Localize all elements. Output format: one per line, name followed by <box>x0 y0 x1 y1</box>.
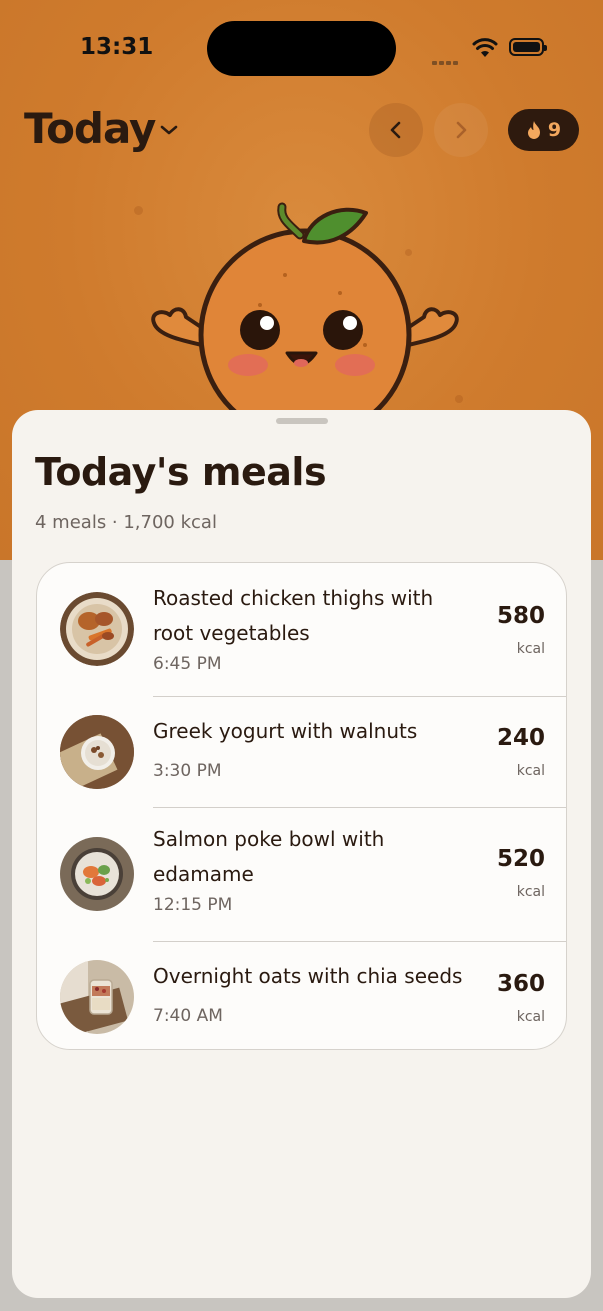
status-time: 13:31 <box>80 34 154 60</box>
previous-day-button[interactable] <box>369 103 423 157</box>
meal-name: Greek yogurt with walnuts <box>153 719 418 743</box>
calories-unit: kcal <box>516 884 545 900</box>
meal-photo <box>60 715 134 789</box>
sheet-grabber[interactable] <box>276 418 328 424</box>
meal-photo <box>60 960 134 1034</box>
streak-count: 9 <box>547 119 562 141</box>
streak-badge[interactable]: 9 <box>508 109 579 151</box>
meals-summary: 4 meals · 1,700 kcal <box>35 512 217 533</box>
meal-name: Overnight oats with chia seeds <box>153 964 463 988</box>
calories-unit: kcal <box>516 763 545 779</box>
meal-photo <box>60 592 134 666</box>
meal-name: Salmon poke bowl with edamame <box>153 827 385 886</box>
date-selector-title[interactable]: Today <box>24 104 156 153</box>
calories-unit: kcal <box>516 641 545 657</box>
flame-icon <box>527 121 540 139</box>
list-item[interactable]: Greek yogurt with walnuts 3:30 PM 240 kc… <box>37 697 566 807</box>
meal-calories: 240 <box>496 725 545 751</box>
calories-unit: kcal <box>516 1009 545 1025</box>
list-item[interactable]: Salmon poke bowl with edamame 12:15 PM 5… <box>37 808 566 941</box>
dynamic-island <box>207 21 396 76</box>
cellular-signal-icon <box>432 50 460 69</box>
meal-time: 7:40 AM <box>153 1006 223 1026</box>
wifi-icon <box>472 38 498 57</box>
chevron-left-icon <box>390 121 401 139</box>
meal-photo <box>60 837 134 911</box>
chevron-down-icon[interactable] <box>158 122 180 138</box>
status-bar: 13:31 <box>0 0 603 96</box>
sheet-title: Today's meals <box>35 450 327 494</box>
meal-calories: 520 <box>496 846 545 872</box>
meal-time: 12:15 PM <box>153 895 233 915</box>
battery-icon <box>509 38 547 56</box>
orange-mascot-illustration <box>151 202 459 425</box>
meals-bottom-sheet: Today's meals 4 meals · 1,700 kcal Roast… <box>12 410 591 1298</box>
meal-time: 3:30 PM <box>153 761 222 781</box>
meals-list: Roasted chicken thighs with root vegetab… <box>36 562 567 1050</box>
meal-calories: 580 <box>496 603 545 629</box>
meal-time: 6:45 PM <box>153 654 222 674</box>
next-day-button[interactable] <box>434 103 488 157</box>
meal-calories: 360 <box>496 971 545 997</box>
list-item[interactable]: Roasted chicken thighs with root vegetab… <box>37 563 566 696</box>
list-item[interactable]: Overnight oats with chia seeds 7:40 AM 3… <box>37 942 566 1049</box>
meal-name: Roasted chicken thighs with root vegetab… <box>153 586 434 645</box>
chevron-right-icon <box>456 121 467 139</box>
